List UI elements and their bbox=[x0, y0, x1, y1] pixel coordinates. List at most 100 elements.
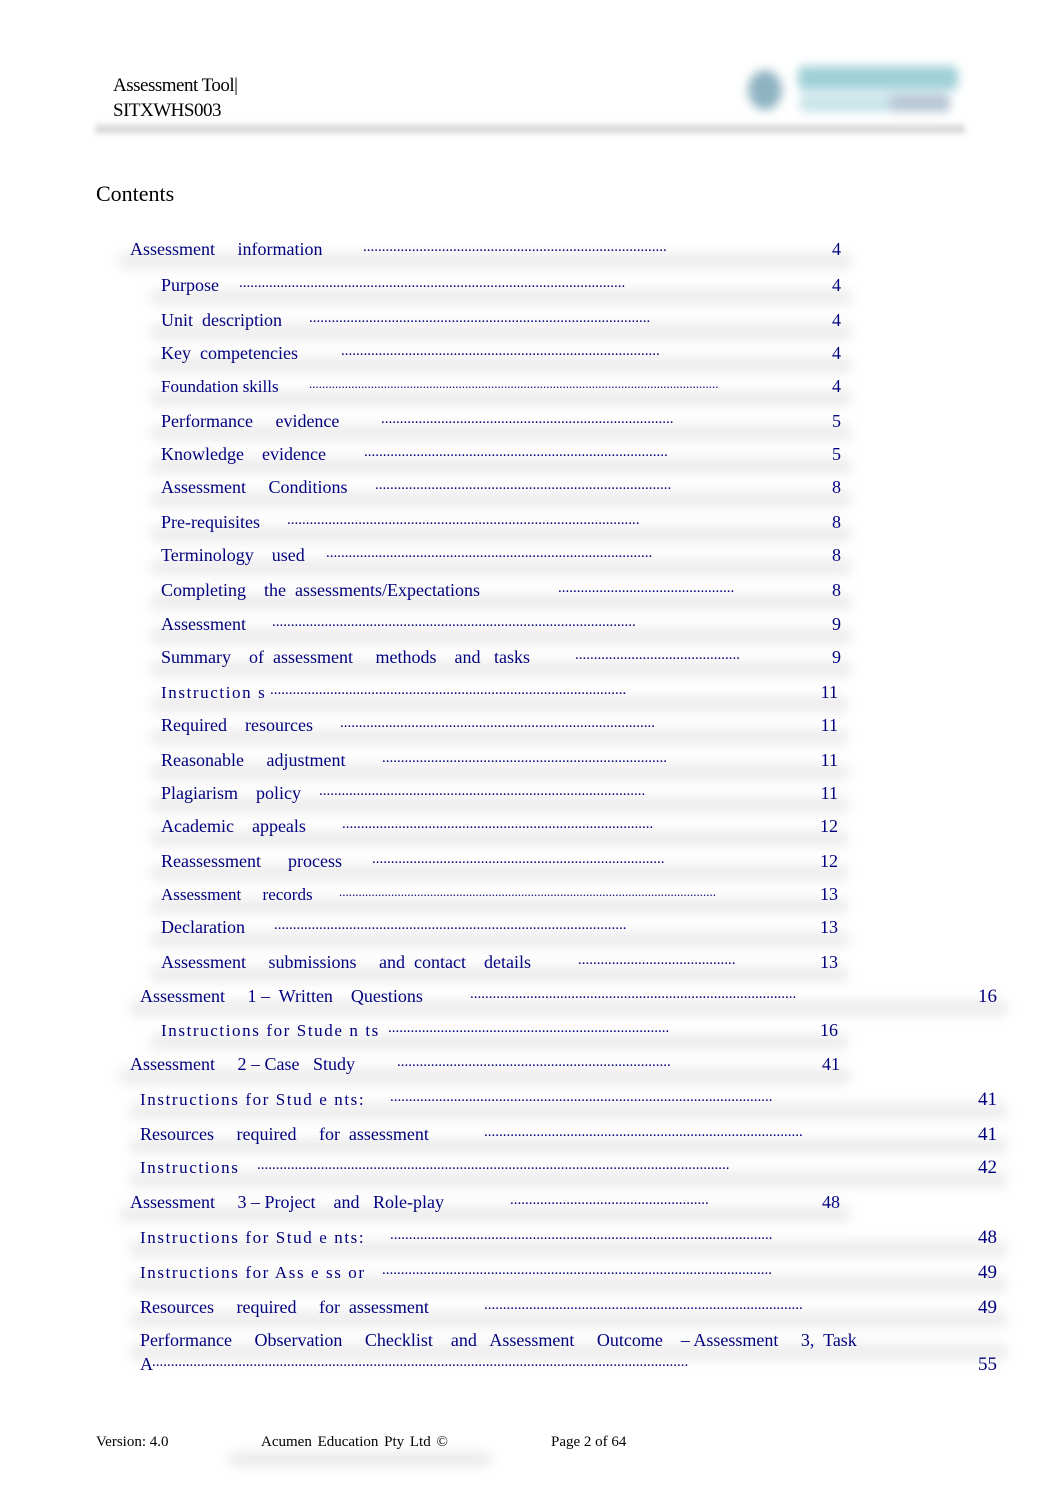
toc-entry-leader-dots: ........................................… bbox=[339, 884, 716, 899]
footer-version: Version: 4.0 bbox=[96, 1434, 169, 1450]
toc-entry-label: Knowledge evidence bbox=[161, 444, 326, 464]
toc-entry[interactable]: Instructions............................… bbox=[130, 1157, 1007, 1187]
toc-entry[interactable]: Foundation skills.......................… bbox=[151, 376, 851, 406]
toc-entry-label: Unit description bbox=[161, 310, 282, 330]
toc-entry-page-number: 13 bbox=[820, 952, 838, 972]
toc-entry[interactable]: Resources required for assessment.......… bbox=[130, 1124, 1007, 1154]
toc-entry-label: Purpose bbox=[161, 275, 219, 295]
toc-entry-leader-dots: ........................................… bbox=[363, 239, 667, 255]
company-logo-icon bbox=[740, 60, 965, 120]
toc-entry-label: Assessment records bbox=[161, 885, 313, 904]
toc-entry[interactable]: Reassessment process....................… bbox=[151, 851, 848, 881]
toc-entry-page-number: 8 bbox=[832, 477, 841, 497]
toc-entry-page-number: 49 bbox=[978, 1262, 997, 1283]
toc-entry-page-number: 55 bbox=[978, 1354, 997, 1375]
toc-entry[interactable]: Assessment 1 – Written Questions........… bbox=[130, 986, 1007, 1016]
toc-entry-page-number: 16 bbox=[820, 1020, 838, 1040]
toc-entry-page-number: 11 bbox=[820, 715, 838, 735]
toc-entry[interactable]: Pre-requisites..........................… bbox=[151, 512, 851, 542]
toc-entry-label: Assessment 2 – Case Study bbox=[130, 1054, 355, 1074]
toc-entry-label: Instructions for Stud e nts: bbox=[140, 1228, 366, 1247]
toc-entry-label: Declaration bbox=[161, 917, 245, 937]
toc-entry[interactable]: Assessment submissions and contact detai… bbox=[151, 952, 848, 982]
toc-entry[interactable]: Academic appeals........................… bbox=[151, 816, 848, 846]
toc-entry[interactable]: Performance evidence....................… bbox=[151, 411, 851, 441]
toc-entry-label: Assessment submissions and contact detai… bbox=[161, 952, 531, 972]
toc-entry-page-number: 48 bbox=[822, 1192, 840, 1212]
toc-entry[interactable]: Purpose.................................… bbox=[151, 275, 851, 305]
header-unit-code: SITXWHS003 bbox=[113, 100, 221, 121]
toc-entry-leader-dots: ........................................… bbox=[152, 1354, 689, 1370]
toc-entry-leader-dots: ........................................… bbox=[381, 411, 674, 427]
toc-entry-label: Required resources bbox=[161, 715, 313, 735]
toc-entry-leader-dots: ........................................… bbox=[390, 1089, 773, 1105]
document-header-title: Assessment Tool| SITXWHS003 bbox=[113, 73, 238, 123]
toc-entry[interactable]: Instructions for Stud e nts:............… bbox=[130, 1227, 1007, 1257]
toc-entry-page-number: 5 bbox=[832, 411, 841, 431]
toc-entry-page-number: 13 bbox=[820, 917, 838, 937]
toc-entry[interactable]: Performance Observation Checklist and As… bbox=[130, 1330, 1007, 1378]
toc-entry[interactable]: Unit description........................… bbox=[151, 310, 851, 340]
toc-entry-leader-dots: ........................................… bbox=[272, 614, 636, 630]
toc-entry-leader-dots: ........................................… bbox=[342, 816, 654, 832]
toc-entry-leader-dots: ........................................… bbox=[484, 1124, 803, 1140]
footer-company: Acumen Education Pty Ltd © bbox=[261, 1434, 448, 1450]
toc-entry-leader-dots: ........................................… bbox=[239, 275, 626, 291]
toc-entry[interactable]: Assessment information..................… bbox=[120, 239, 851, 269]
toc-entry[interactable]: Plagiarism policy.......................… bbox=[151, 783, 848, 813]
toc-entry[interactable]: Assessment Conditions...................… bbox=[151, 477, 851, 507]
toc-entry-label: Assessment Conditions bbox=[161, 477, 348, 497]
toc-entry[interactable]: Instructions for Stud e nts:............… bbox=[130, 1089, 1007, 1119]
toc-entry-leader-dots: ........................................… bbox=[309, 376, 718, 391]
toc-entry-page-number: 5 bbox=[832, 444, 841, 464]
toc-entry-label: Completing the assessments/Expectations bbox=[161, 580, 480, 600]
toc-entry[interactable]: Knowledge evidence......................… bbox=[151, 444, 851, 474]
toc-entry[interactable]: Instructions for Stude n ts.............… bbox=[151, 1020, 848, 1050]
contents-heading: Contents bbox=[96, 181, 175, 206]
toc-entry[interactable]: Reasonable adjustment...................… bbox=[151, 750, 848, 780]
toc-entry[interactable]: Instruction s...........................… bbox=[151, 682, 848, 712]
toc-entry[interactable]: Completing the assessments/Expectations.… bbox=[151, 580, 851, 610]
toc-entry-leader-dots: ........................................… bbox=[397, 1054, 671, 1070]
toc-entry[interactable]: Instructions for Ass e ss or............… bbox=[130, 1262, 1007, 1292]
toc-entry-page-number: 11 bbox=[820, 682, 838, 702]
toc-entry-page-number: 4 bbox=[832, 310, 841, 330]
toc-entry-leader-dots: ........................................… bbox=[470, 986, 797, 1002]
toc-entry-label: Assessment bbox=[161, 614, 246, 634]
toc-entry-page-number: 9 bbox=[832, 647, 841, 667]
toc-entry-leader-dots: ........................................… bbox=[578, 952, 736, 968]
toc-entry-page-number: 48 bbox=[978, 1227, 997, 1248]
toc-entry[interactable]: Assessment records......................… bbox=[151, 884, 848, 914]
toc-entry-label: Academic appeals bbox=[161, 816, 306, 836]
logo-wordmark bbox=[798, 66, 958, 90]
footer-shadow bbox=[230, 1452, 490, 1466]
toc-entry-page-number: 16 bbox=[978, 986, 997, 1007]
toc-entry-page-number: 41 bbox=[978, 1089, 997, 1110]
toc-entry-page-number: 4 bbox=[832, 343, 841, 363]
toc-entry-leader-dots: ........................................… bbox=[287, 512, 640, 528]
toc-entry-page-number: 13 bbox=[820, 884, 838, 904]
toc-entry-label: Assessment information bbox=[130, 239, 323, 259]
toc-entry-label: Plagiarism policy bbox=[161, 783, 301, 803]
toc-entry-leader-dots: ........................................… bbox=[319, 783, 646, 799]
toc-entry-label: Pre-requisites bbox=[161, 512, 260, 532]
toc-entry-leader-dots: ........................................… bbox=[510, 1192, 709, 1208]
toc-entry[interactable]: Assessment..............................… bbox=[151, 614, 851, 644]
toc-entry[interactable]: Resources required for assessment.......… bbox=[130, 1297, 1007, 1327]
toc-entry[interactable]: Assessment 2 – Case Study...............… bbox=[120, 1054, 850, 1084]
toc-entry-page-number: 8 bbox=[832, 512, 841, 532]
toc-entry[interactable]: Key competencies........................… bbox=[151, 343, 851, 373]
toc-entry[interactable]: Assessment 3 – Project and Role-play....… bbox=[120, 1192, 850, 1222]
toc-entry-label: Instruction s bbox=[161, 683, 267, 702]
toc-entry[interactable]: Declaration.............................… bbox=[151, 917, 848, 947]
toc-entry-page-number: 8 bbox=[832, 545, 841, 565]
toc-entry[interactable]: Terminology used........................… bbox=[151, 545, 851, 575]
toc-entry[interactable]: Summary of assessment methods and tasks.… bbox=[151, 647, 851, 677]
toc-entry-page-number: 42 bbox=[978, 1157, 997, 1178]
toc-entry-leader-dots: ........................................… bbox=[270, 682, 627, 698]
toc-entry[interactable]: Required resources......................… bbox=[151, 715, 848, 745]
toc-entry-label: Foundation skills bbox=[161, 377, 279, 396]
toc-entry-label: Instructions for Stude n ts bbox=[161, 1021, 380, 1040]
toc-entry-label: Key competencies bbox=[161, 343, 298, 363]
toc-entry-leader-dots: ........................................… bbox=[484, 1297, 803, 1313]
